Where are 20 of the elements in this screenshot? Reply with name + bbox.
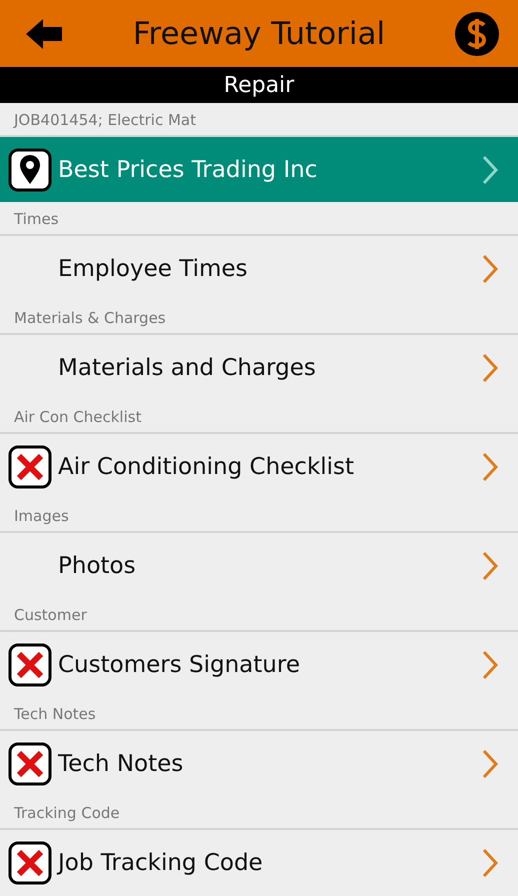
chevron-right-icon (482, 848, 498, 878)
dollar-icon (454, 10, 500, 56)
chevron-right-icon (482, 650, 498, 680)
page-title: Repair (224, 72, 294, 98)
cross-icon (8, 444, 52, 488)
app-title: Freeway Tutorial (132, 16, 386, 52)
chevron-right-icon (482, 154, 498, 184)
cross-icon (8, 742, 52, 786)
back-arrow-icon (26, 18, 64, 48)
cross-icon (8, 642, 52, 686)
chevron-right-icon (482, 254, 498, 284)
chevron-right-icon (482, 748, 498, 778)
cross-icon (8, 840, 52, 884)
chevron-right-icon (482, 550, 498, 580)
list-item[interactable]: Best Prices Trading Inc (0, 137, 518, 202)
back-button[interactable] (26, 18, 64, 48)
chevron-right-icon (482, 452, 498, 482)
location-pin-icon (8, 148, 52, 192)
chevron-right-icon (482, 352, 498, 382)
dollar-button[interactable] (454, 10, 500, 56)
